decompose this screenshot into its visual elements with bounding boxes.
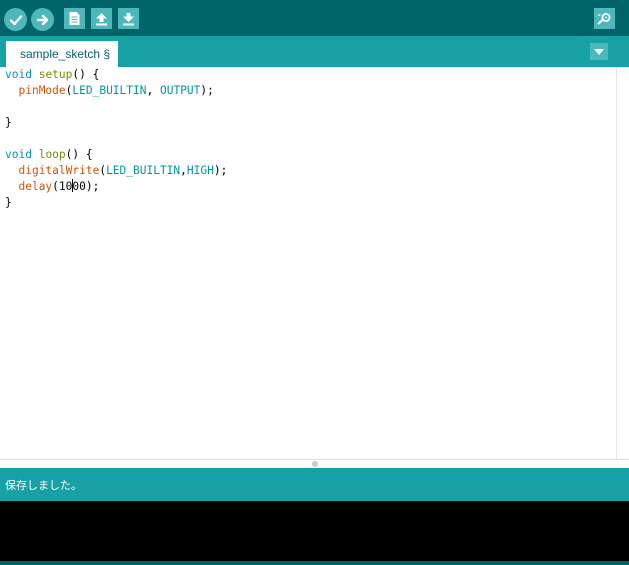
- code-text: (10: [52, 180, 73, 193]
- code-line-9: }: [5, 195, 12, 211]
- punctuation: ,: [180, 164, 187, 177]
- dropdown-arrow-icon: [594, 48, 604, 55]
- toolbar: [0, 0, 629, 36]
- tab-menu-button[interactable]: [590, 43, 608, 60]
- save-sketch-button[interactable]: [118, 8, 139, 29]
- code-line-2: pinMode(LED_BUILTIN, OUTPUT);: [5, 83, 214, 99]
- punctuation: () {: [72, 68, 100, 81]
- code-line-8: delay(1000);: [5, 179, 99, 195]
- new-sketch-button[interactable]: [64, 8, 85, 29]
- serial-monitor-button[interactable]: [594, 8, 615, 29]
- function-name: digitalWrite: [18, 164, 100, 177]
- function-name: setup: [38, 68, 73, 81]
- constant: LED_BUILTIN: [72, 84, 147, 97]
- function-name: loop: [38, 148, 66, 161]
- constant: HIGH: [186, 164, 214, 177]
- splitter-handle[interactable]: [312, 461, 318, 467]
- status-bar: 保存しました。: [0, 468, 629, 501]
- editor-console-splitter[interactable]: [0, 459, 629, 468]
- tab-bar: sample_sketch §: [0, 36, 629, 67]
- new-icon: [69, 12, 80, 25]
- keyword: void: [5, 68, 32, 81]
- code-line-6: void loop() {: [5, 147, 93, 163]
- console-output[interactable]: [0, 501, 629, 561]
- code-line-7: digitalWrite(LED_BUILTIN,HIGH);: [5, 163, 227, 179]
- verify-button[interactable]: [4, 8, 27, 31]
- status-message: 保存しました。: [5, 478, 82, 492]
- save-icon: [123, 12, 134, 25]
- open-icon: [96, 12, 107, 25]
- punctuation: }: [5, 116, 12, 129]
- tab-sample-sketch[interactable]: sample_sketch §: [6, 41, 119, 67]
- code-line-1: void setup() {: [5, 67, 99, 83]
- code-text: 00);: [72, 180, 100, 193]
- function-name: pinMode: [18, 84, 66, 97]
- punctuation: ,: [146, 84, 160, 97]
- serial-monitor-icon: [597, 13, 611, 25]
- tab-label: sample_sketch §: [20, 47, 111, 61]
- upload-icon: [36, 14, 48, 25]
- code-line-4: }: [5, 115, 12, 131]
- open-sketch-button[interactable]: [91, 8, 112, 29]
- punctuation: }: [5, 196, 12, 209]
- punctuation: );: [200, 84, 214, 97]
- function-name: delay: [18, 180, 53, 193]
- constant: OUTPUT: [159, 84, 201, 97]
- code-editor[interactable]: void setup() { pinMode(LED_BUILTIN, OUTP…: [0, 67, 616, 459]
- constant: LED_BUILTIN: [106, 164, 181, 177]
- keyword: void: [5, 148, 32, 161]
- verify-icon: [9, 14, 22, 25]
- editor-scrollbar[interactable]: [616, 67, 629, 459]
- upload-button[interactable]: [31, 8, 54, 31]
- bottom-bar: [0, 561, 629, 565]
- punctuation: () {: [65, 148, 93, 161]
- punctuation: );: [213, 164, 228, 177]
